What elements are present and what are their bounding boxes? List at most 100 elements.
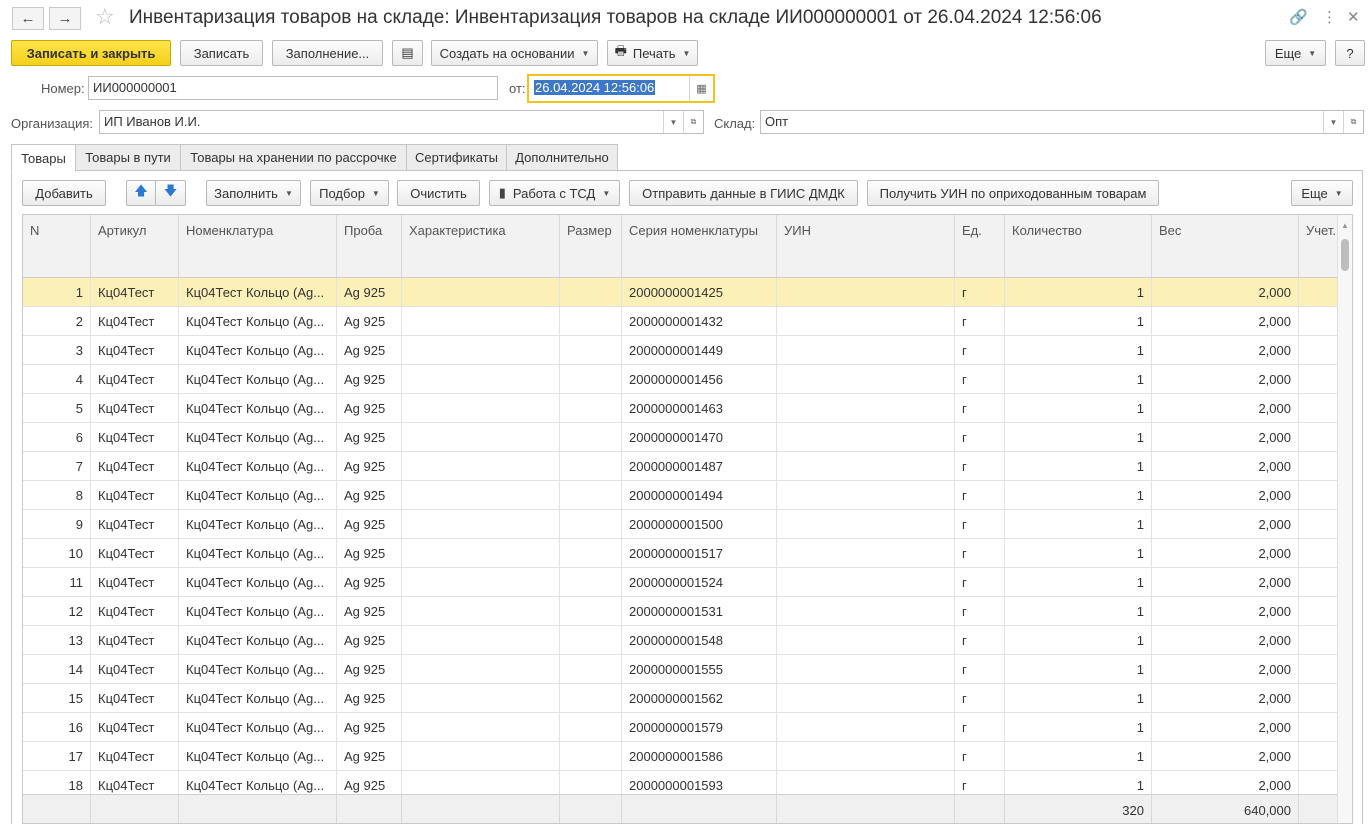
col-accounting[interactable]	[1299, 307, 1339, 335]
table-row[interactable]: 16 Кц04Тест Кц04Тест Кольцо (Ag... Ag 925 20…	[23, 713, 1339, 742]
table-row[interactable]: 4 Кц04Тест Кц04Тест Кольцо (Ag... Ag 925 200…	[23, 365, 1339, 394]
col-n[interactable]: 9	[23, 510, 91, 538]
header-col-weight[interactable]: Вес	[1152, 215, 1299, 277]
col-nomenclature[interactable]: Кц04Тест Кольцо (Ag...	[179, 481, 337, 509]
col-weight[interactable]: 2,000	[1152, 510, 1299, 538]
col-series[interactable]: 2000000001562	[622, 684, 777, 712]
col-series[interactable]: 2000000001524	[622, 568, 777, 596]
col-uin[interactable]	[777, 423, 955, 451]
col-article[interactable]: Кц04Тест	[91, 452, 179, 480]
print-button[interactable]: 🖶 Печать ▼	[607, 40, 698, 66]
col-characteristic[interactable]	[402, 307, 560, 335]
col-characteristic[interactable]	[402, 336, 560, 364]
col-article[interactable]: Кц04Тест	[91, 713, 179, 741]
col-article[interactable]: Кц04Тест	[91, 510, 179, 538]
col-article[interactable]: Кц04Тест	[91, 568, 179, 596]
col-weight[interactable]: 2,000	[1152, 278, 1299, 306]
col-article[interactable]: Кц04Тест	[91, 278, 179, 306]
col-uin[interactable]	[777, 684, 955, 712]
col-series[interactable]: 2000000001517	[622, 539, 777, 567]
col-weight[interactable]: 2,000	[1152, 336, 1299, 364]
col-size[interactable]	[560, 336, 622, 364]
col-unit[interactable]: г	[955, 336, 1005, 364]
col-characteristic[interactable]	[402, 394, 560, 422]
col-article[interactable]: Кц04Тест	[91, 626, 179, 654]
col-n[interactable]: 15	[23, 684, 91, 712]
col-n[interactable]: 14	[23, 655, 91, 683]
header-col-series[interactable]: Серия номенклатуры	[622, 215, 777, 277]
header-col-n[interactable]: N	[23, 215, 91, 277]
table-row[interactable]: 6 Кц04Тест Кц04Тест Кольцо (Ag... Ag 925 200…	[23, 423, 1339, 452]
col-unit[interactable]: г	[955, 713, 1005, 741]
col-series[interactable]: 2000000001432	[622, 307, 777, 335]
col-nomenclature[interactable]: Кц04Тест Кольцо (Ag...	[179, 510, 337, 538]
header-col-characteristic[interactable]: Характеристика	[402, 215, 560, 277]
col-nomenclature[interactable]: Кц04Тест Кольцо (Ag...	[179, 307, 337, 335]
col-assay[interactable]: Ag 925	[337, 278, 402, 306]
table-row[interactable]: 13 Кц04Тест Кц04Тест Кольцо (Ag... Ag 925 20…	[23, 626, 1339, 655]
col-uin[interactable]	[777, 394, 955, 422]
col-characteristic[interactable]	[402, 713, 560, 741]
more-button[interactable]: Еще ▼	[1265, 40, 1326, 66]
pick-button[interactable]: Подбор ▼	[310, 180, 389, 206]
col-accounting[interactable]	[1299, 278, 1339, 306]
col-assay[interactable]: Ag 925	[337, 597, 402, 625]
col-characteristic[interactable]	[402, 365, 560, 393]
col-characteristic[interactable]	[402, 655, 560, 683]
col-nomenclature[interactable]: Кц04Тест Кольцо (Ag...	[179, 626, 337, 654]
col-size[interactable]	[560, 684, 622, 712]
col-weight[interactable]: 2,000	[1152, 423, 1299, 451]
col-n[interactable]: 11	[23, 568, 91, 596]
col-weight[interactable]: 2,000	[1152, 684, 1299, 712]
col-article[interactable]: Кц04Тест	[91, 684, 179, 712]
col-nomenclature[interactable]: Кц04Тест Кольцо (Ag...	[179, 742, 337, 770]
header-col-uin[interactable]: УИН	[777, 215, 955, 277]
table-more-button[interactable]: Еще ▼	[1291, 180, 1353, 206]
table-row[interactable]: 9 Кц04Тест Кц04Тест Кольцо (Ag... Ag 925 200…	[23, 510, 1339, 539]
col-quantity[interactable]: 1	[1005, 307, 1152, 335]
scrollbar-thumb[interactable]	[1341, 239, 1349, 271]
col-assay[interactable]: Ag 925	[337, 365, 402, 393]
col-quantity[interactable]: 1	[1005, 452, 1152, 480]
col-uin[interactable]	[777, 510, 955, 538]
clear-button[interactable]: Очистить	[397, 180, 480, 206]
col-assay[interactable]: Ag 925	[337, 336, 402, 364]
col-uin[interactable]	[777, 655, 955, 683]
col-nomenclature[interactable]: Кц04Тест Кольцо (Ag...	[179, 539, 337, 567]
col-characteristic[interactable]	[402, 742, 560, 770]
date-field[interactable]: 26.04.2024 12:56:06 ▦	[527, 74, 715, 103]
table-row[interactable]: 11 Кц04Тест Кц04Тест Кольцо (Ag... Ag 925 20…	[23, 568, 1339, 597]
open-icon[interactable]: ⧉	[683, 111, 703, 133]
col-size[interactable]	[560, 626, 622, 654]
goods-table[interactable]: N Артикул Номенклатура Проба Характеристика Р…	[22, 214, 1353, 824]
col-nomenclature[interactable]: Кц04Тест Кольцо (Ag...	[179, 452, 337, 480]
table-row[interactable]: 10 Кц04Тест Кц04Тест Кольцо (Ag... Ag 925 20…	[23, 539, 1339, 568]
number-field[interactable]: ИИ000000001	[88, 76, 498, 100]
header-col-nomenclature[interactable]: Номенклатура	[179, 215, 337, 277]
col-unit[interactable]: г	[955, 452, 1005, 480]
col-quantity[interactable]: 1	[1005, 481, 1152, 509]
col-weight[interactable]: 2,000	[1152, 626, 1299, 654]
col-weight[interactable]: 2,000	[1152, 597, 1299, 625]
col-n[interactable]: 8	[23, 481, 91, 509]
col-quantity[interactable]: 1	[1005, 742, 1152, 770]
header-col-article[interactable]: Артикул	[91, 215, 179, 277]
col-assay[interactable]: Ag 925	[337, 684, 402, 712]
help-button[interactable]: ?	[1335, 40, 1365, 66]
header-col-assay[interactable]: Проба	[337, 215, 402, 277]
col-characteristic[interactable]	[402, 423, 560, 451]
col-quantity[interactable]: 1	[1005, 568, 1152, 596]
col-size[interactable]	[560, 452, 622, 480]
table-row[interactable]: 5 Кц04Тест Кц04Тест Кольцо (Ag... Ag 925 200…	[23, 394, 1339, 423]
organization-field[interactable]: ИП Иванов И.И. ▼ ⧉	[99, 110, 704, 134]
col-weight[interactable]: 2,000	[1152, 655, 1299, 683]
vertical-scrollbar[interactable]: ▲	[1337, 215, 1352, 823]
col-nomenclature[interactable]: Кц04Тест Кольцо (Ag...	[179, 568, 337, 596]
col-size[interactable]	[560, 713, 622, 741]
col-quantity[interactable]: 1	[1005, 655, 1152, 683]
col-n[interactable]: 2	[23, 307, 91, 335]
col-unit[interactable]: г	[955, 684, 1005, 712]
col-unit[interactable]: г	[955, 539, 1005, 567]
col-accounting[interactable]	[1299, 539, 1339, 567]
col-quantity[interactable]: 1	[1005, 510, 1152, 538]
